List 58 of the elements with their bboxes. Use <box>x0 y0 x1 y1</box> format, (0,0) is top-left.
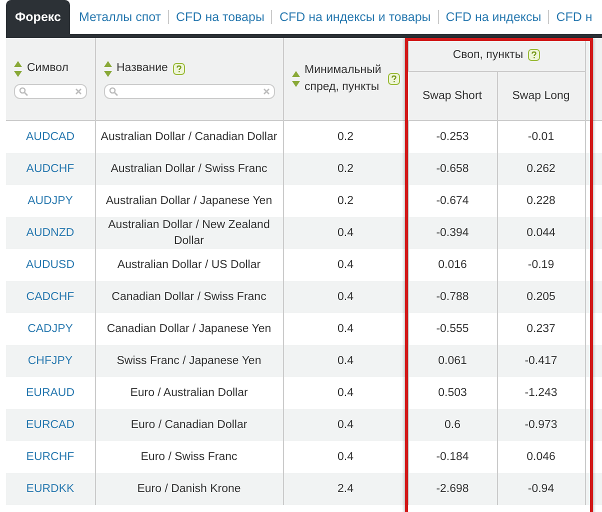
help-icon[interactable] <box>528 48 540 60</box>
help-icon[interactable] <box>172 62 185 74</box>
symbol-link[interactable]: EURAUD <box>26 387 75 399</box>
table-cell: 0.4 <box>283 281 408 313</box>
symbol-link[interactable]: CADJPY <box>28 323 73 335</box>
symbol-link[interactable]: EURCHF <box>26 451 74 463</box>
table-cell: Euro / Canadian Dollar <box>95 409 283 441</box>
search-field[interactable] <box>104 84 274 98</box>
table-cell: -0.394 <box>408 217 497 249</box>
table-cell: -0.658 <box>408 153 497 185</box>
table-cell: 0.6 <box>408 409 497 441</box>
column-header[interactable]: Символ <box>6 38 95 120</box>
table-cell: -2.698 <box>408 473 497 505</box>
table-cell: 0.4 <box>283 409 408 441</box>
symbol-link[interactable]: AUDJPY <box>28 195 73 207</box>
table-cell: -0.788 <box>408 281 497 313</box>
sort-icon[interactable] <box>14 60 22 78</box>
tab[interactable]: Форекс <box>6 0 70 34</box>
symbol-link[interactable]: CHFJPY <box>28 355 73 367</box>
clear-icon[interactable] <box>74 88 82 94</box>
table-cell: 0.044 <box>497 217 586 249</box>
column-header[interactable]: Название <box>95 38 283 120</box>
table-cell: 0.205 <box>497 281 586 313</box>
column-label: Название <box>116 61 168 76</box>
table-cell: 2.4 <box>283 473 408 505</box>
table-cell: 0.4 <box>283 345 408 377</box>
column-header[interactable]: Минимальный спред, пункты <box>283 38 408 120</box>
tab[interactable]: CFD на товары <box>169 0 272 34</box>
table-cell: Euro / Danish Krone <box>95 473 283 505</box>
search-field[interactable] <box>14 84 86 98</box>
search-icon <box>19 86 28 96</box>
column-header[interactable]: Swap Long <box>497 72 586 120</box>
tab[interactable]: CFD на индексы и товары <box>272 0 438 34</box>
help-icon[interactable] <box>388 73 400 85</box>
table-cell: -0.973 <box>497 409 586 441</box>
column-label: Своп, пункты <box>452 48 524 60</box>
tab[interactable]: CFD н <box>549 0 600 34</box>
symbol-link[interactable]: AUDUSD <box>26 259 75 271</box>
sort-icon[interactable] <box>292 70 300 88</box>
column-header[interactable]: Swap Short <box>408 72 497 120</box>
column-label: Минимальный спред, пункты <box>304 63 382 95</box>
table-cell: 0.262 <box>497 153 586 185</box>
table-cell: Australian Dollar / New Zealand Dollar <box>95 217 283 249</box>
symbol-link[interactable]: AUDCAD <box>26 131 75 143</box>
table-cell: 0.4 <box>283 217 408 249</box>
table-cell: Australian Dollar / Swiss Franc <box>95 153 283 185</box>
search-icon <box>108 86 118 96</box>
tab[interactable]: Металлы спот <box>72 0 168 34</box>
table-cell: -0.417 <box>497 345 586 377</box>
table-cell: 0.2 <box>283 153 408 185</box>
table-cell: -0.94 <box>497 473 586 505</box>
sort-icon[interactable] <box>104 60 112 78</box>
column-label: Символ <box>27 61 68 76</box>
tab[interactable]: CFD на индексы <box>438 0 548 34</box>
table-cell: 0.061 <box>408 345 497 377</box>
table-cell: Swiss Franc / Japanese Yen <box>95 345 283 377</box>
clear-icon[interactable] <box>262 88 270 94</box>
table-cell: Canadian Dollar / Swiss Franc <box>95 281 283 313</box>
